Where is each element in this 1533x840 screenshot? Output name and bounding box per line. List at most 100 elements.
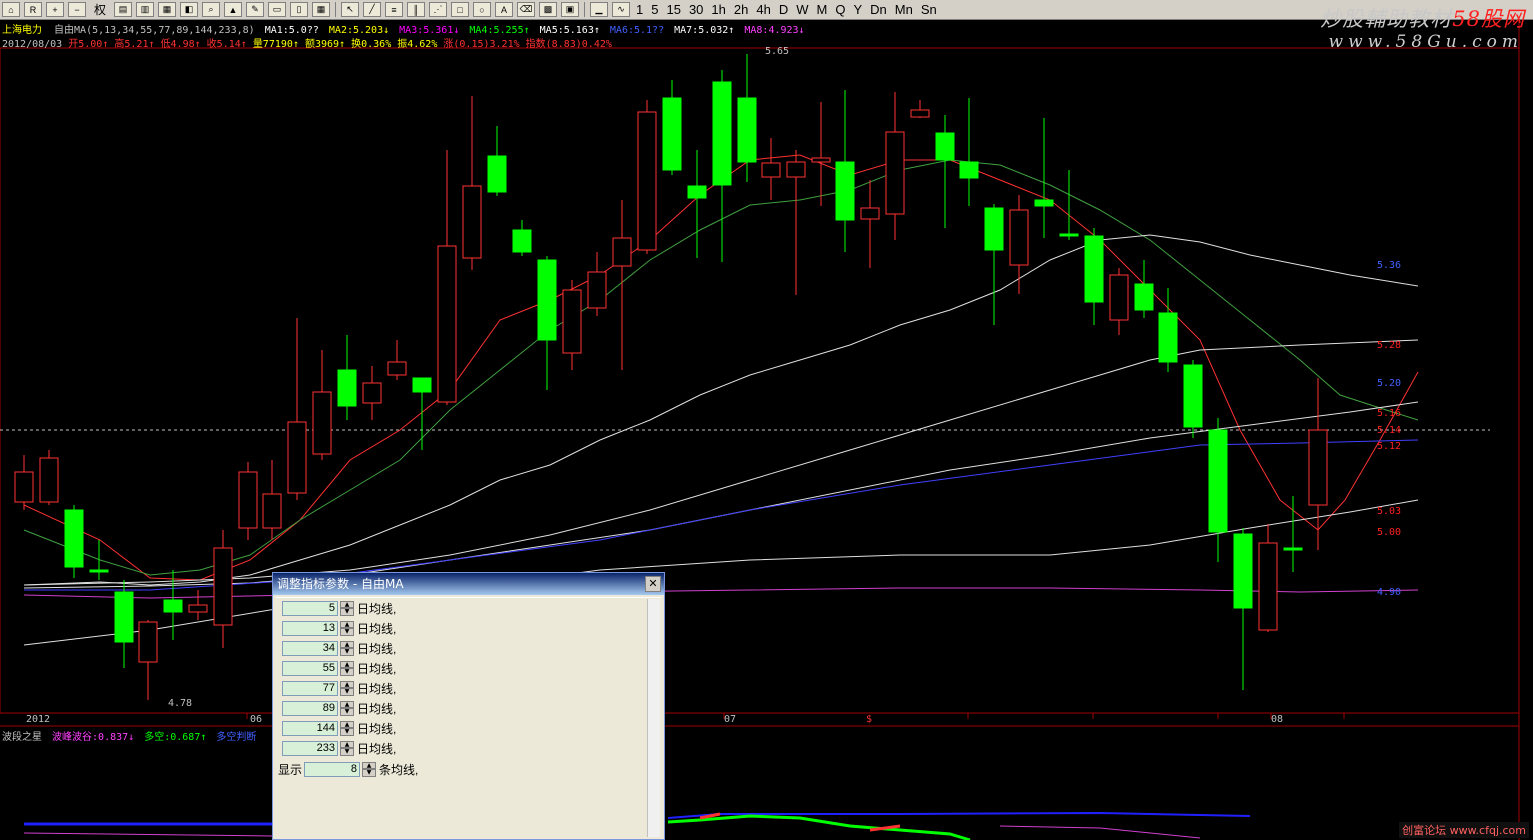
param-spinner[interactable]: ▲ ▼ <box>340 740 354 756</box>
layout-icon[interactable]: ▯ <box>290 2 308 17</box>
rectangle-icon[interactable]: □ <box>451 2 469 17</box>
period-5[interactable]: 5 <box>647 2 662 17</box>
param-input[interactable]: 89 <box>282 700 338 716</box>
candle-body <box>437 245 457 403</box>
quan-button[interactable]: 权 <box>90 2 110 17</box>
dialog-scrollbar[interactable] <box>647 599 660 837</box>
candle-body <box>188 604 208 613</box>
param-input[interactable]: 144 <box>282 720 338 736</box>
dialog-title: 调整指标参数 - 自由MA <box>277 577 404 591</box>
channel-icon[interactable]: ≡ <box>385 2 403 17</box>
show-count-spinner[interactable]: ▲ ▼ <box>362 761 377 777</box>
grid-icon[interactable]: ▦ <box>158 2 176 17</box>
param-row: 89 ▲ ▼ 日均线, <box>282 699 396 717</box>
param-spinner[interactable]: ▲ ▼ <box>340 600 354 616</box>
param-label: 日均线, <box>357 601 397 616</box>
candle-body <box>885 131 905 215</box>
param-label: 日均线, <box>357 621 397 636</box>
param-row: 13 ▲ ▼ 日均线, <box>282 619 396 637</box>
param-row: 233 ▲ ▼ 日均线, <box>282 739 396 757</box>
fan-icon[interactable]: ⋰ <box>429 2 447 17</box>
candle-body <box>487 155 507 193</box>
minus-icon[interactable]: − <box>68 2 86 17</box>
dialog-title-bar[interactable]: 调整指标参数 - 自由MA ✕ <box>273 573 664 595</box>
param-spinner[interactable]: ▲ ▼ <box>340 700 354 716</box>
save-icon[interactable]: ▣ <box>561 2 579 17</box>
palette-icon[interactable]: ▩ <box>539 2 557 17</box>
period-week[interactable]: W <box>792 2 812 17</box>
period-dn[interactable]: Dn <box>866 2 891 17</box>
draw-icon[interactable]: ✎ <box>246 2 264 17</box>
candle-body <box>412 377 432 393</box>
period-quarter[interactable]: Q <box>831 2 849 17</box>
param-spinner[interactable]: ▲ ▼ <box>340 620 354 636</box>
candle-body <box>114 591 134 643</box>
candle-body <box>138 621 158 663</box>
text-icon[interactable]: A <box>495 2 513 17</box>
close-icon[interactable]: ✕ <box>645 576 661 592</box>
ma6-value: MA6:5.1?? <box>609 25 665 36</box>
candle-body <box>935 132 955 161</box>
indicator-duokong: 多空:0.687↑ <box>144 732 207 743</box>
period-1[interactable]: 1 <box>632 2 647 17</box>
eraser-icon[interactable]: ⌫ <box>517 2 535 17</box>
pointer-icon[interactable]: ↖ <box>341 2 359 17</box>
chart-icon[interactable]: ▥ <box>136 2 154 17</box>
param-input[interactable]: 5 <box>282 600 338 616</box>
window-icon[interactable]: ▭ <box>268 2 286 17</box>
param-input[interactable]: 13 <box>282 620 338 636</box>
search-icon[interactable]: ⌕ <box>202 2 220 17</box>
period-1h[interactable]: 1h <box>707 2 729 17</box>
param-input[interactable]: 233 <box>282 740 338 756</box>
param-row: 34 ▲ ▼ 日均线, <box>282 639 396 657</box>
candle-body <box>89 569 109 573</box>
info-volume: 量77190↑ <box>252 39 299 50</box>
chart-canvas[interactable] <box>0 0 1533 840</box>
show-count-input[interactable]: 8 <box>304 761 361 777</box>
show-suffix-label: 条均线, <box>379 762 419 777</box>
param-row: 5 ▲ ▼ 日均线, <box>282 599 396 617</box>
candle-body <box>362 382 382 404</box>
param-spinner[interactable]: ▲ ▼ <box>340 640 354 656</box>
param-spinner[interactable]: ▲ ▼ <box>340 660 354 676</box>
ma-end-label: 5.03 <box>1377 506 1402 517</box>
param-input[interactable]: 34 <box>282 640 338 656</box>
period-mn[interactable]: Mn <box>891 2 917 17</box>
line-icon[interactable]: ╱ <box>363 2 381 17</box>
ellipse-icon[interactable]: ○ <box>473 2 491 17</box>
f10-icon[interactable]: ▤ <box>114 2 132 17</box>
period-month[interactable]: M <box>812 2 831 17</box>
cube-icon[interactable]: ◧ <box>180 2 198 17</box>
kline-icon[interactable]: ▁ <box>590 2 608 17</box>
param-label: 日均线, <box>357 641 397 656</box>
trend-icon[interactable]: ∿ <box>612 2 630 17</box>
param-spinner[interactable]: ▲ ▼ <box>340 680 354 696</box>
indicator-param-dialog: 调整指标参数 - 自由MA ✕ 5 ▲ ▼ 日均线, 13 ▲ ▼ 日均线, 34 … <box>272 572 665 840</box>
param-input[interactable]: 55 <box>282 660 338 676</box>
table-icon[interactable]: ▦ <box>312 2 330 17</box>
candle-body <box>737 97 757 163</box>
period-year[interactable]: Y <box>849 2 866 17</box>
period-2h[interactable]: 2h <box>730 2 752 17</box>
x-label-june: 06 <box>250 714 263 725</box>
candle-body <box>312 391 332 455</box>
bars-icon[interactable]: ║ <box>407 2 425 17</box>
candle-body <box>1158 312 1178 363</box>
home-icon[interactable]: ⌂ <box>2 2 20 17</box>
ma-end-label: 5.12 <box>1377 441 1402 452</box>
indicator-extra: 多空判断 <box>216 732 257 743</box>
period-day[interactable]: D <box>775 2 792 17</box>
period-30[interactable]: 30 <box>685 2 707 17</box>
x-label-year: 2012 <box>26 714 51 725</box>
period-sn[interactable]: Sn <box>917 2 941 17</box>
period-15[interactable]: 15 <box>662 2 684 17</box>
param-input[interactable]: 77 <box>282 680 338 696</box>
watermark: 创富论坛 www.cfqj.com <box>1399 822 1529 838</box>
param-label: 日均线, <box>357 701 397 716</box>
period-4h[interactable]: 4h <box>752 2 774 17</box>
param-spinner[interactable]: ▲ ▼ <box>340 720 354 736</box>
plus-icon[interactable]: + <box>46 2 64 17</box>
alarm-icon[interactable]: ▲ <box>224 2 242 17</box>
param-label: 日均线, <box>357 741 397 756</box>
report-icon[interactable]: R <box>24 2 42 17</box>
